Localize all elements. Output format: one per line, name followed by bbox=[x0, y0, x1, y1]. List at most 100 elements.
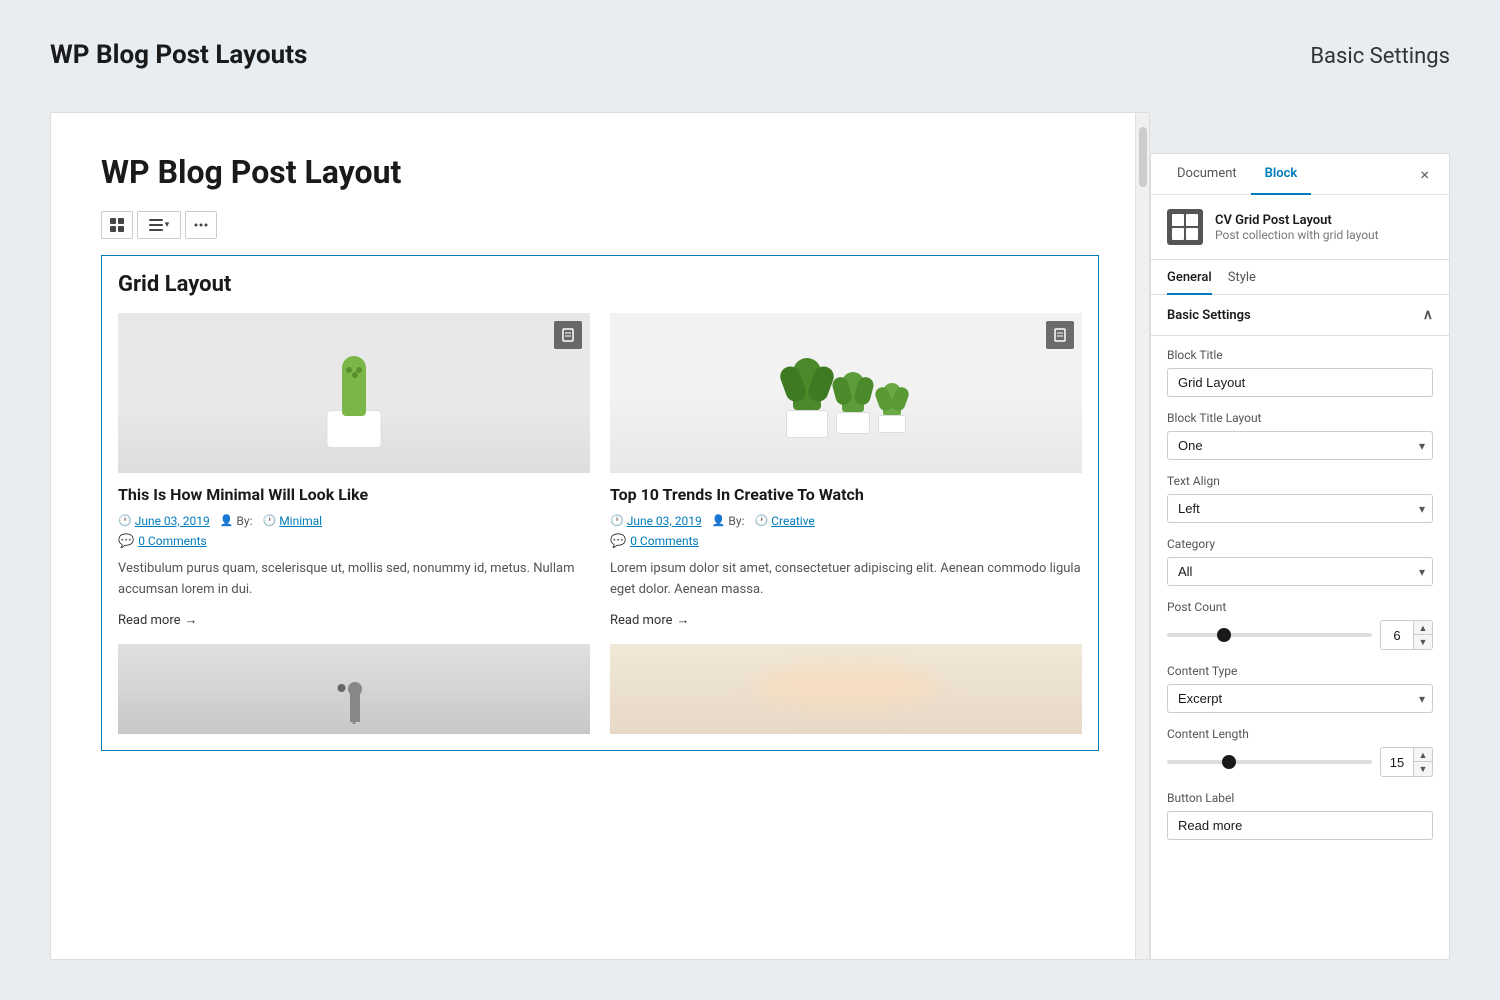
post-1-category[interactable]: Minimal bbox=[279, 514, 322, 528]
scrollbar[interactable] bbox=[1135, 113, 1149, 959]
post-2-category[interactable]: Creative bbox=[771, 514, 815, 528]
block-heading: Grid Layout bbox=[118, 272, 1082, 297]
post-2-date[interactable]: June 03, 2019 bbox=[627, 514, 702, 528]
settings-content: Basic Settings ∧ Block Title Block Title… bbox=[1151, 295, 1449, 959]
post-2-title: Top 10 Trends In Creative To Watch bbox=[610, 485, 1082, 506]
block-icon bbox=[1167, 209, 1203, 245]
post-2-comments-link[interactable]: 0 Comments bbox=[630, 534, 699, 548]
post-2-image bbox=[610, 313, 1082, 473]
subtab-style[interactable]: Style bbox=[1228, 270, 1256, 295]
block-icon-sq-3 bbox=[1172, 228, 1184, 240]
block-title-input[interactable] bbox=[1167, 368, 1433, 397]
content-length-slider-row: ▲ ▼ bbox=[1167, 747, 1433, 777]
content-type-row: Content Type Excerpt Full Content None ▾ bbox=[1167, 664, 1433, 713]
content-length-up-btn[interactable]: ▲ bbox=[1414, 748, 1432, 762]
basic-settings-section-label: Basic Settings bbox=[1167, 308, 1251, 323]
panel-close-btn[interactable]: × bbox=[1412, 157, 1437, 192]
post-count-up-btn[interactable]: ▲ bbox=[1414, 621, 1432, 635]
posts-grid-bottom bbox=[118, 644, 1082, 734]
canvas-page-title: WP Blog Post Layout bbox=[101, 153, 1099, 191]
post-1-excerpt: Vestibulum purus quam, scelerisque ut, m… bbox=[118, 559, 590, 601]
block-title-layout-select-wrap: One Two Three ▾ bbox=[1167, 431, 1433, 460]
content-length-row: Content Length ▲ ▼ bbox=[1167, 727, 1433, 777]
page-title: WP Blog Post Layouts bbox=[50, 40, 307, 70]
post-count-spinners: ▲ ▼ bbox=[1413, 621, 1432, 649]
post-1-image bbox=[118, 313, 590, 473]
panel-tabs: Document Block × bbox=[1151, 154, 1449, 195]
post-2-read-more[interactable]: Read more → bbox=[610, 612, 1082, 628]
content-length-label: Content Length bbox=[1167, 727, 1433, 741]
text-align-row: Text Align Left Center Right ▾ bbox=[1167, 474, 1433, 523]
settings-panel: Document Block × CV Grid Post Layout Pos… bbox=[1150, 153, 1450, 960]
toolbar-more-btn[interactable] bbox=[185, 211, 217, 239]
block-info-row: CV Grid Post Layout Post collection with… bbox=[1151, 195, 1449, 260]
editor-canvas: WP Blog Post Layout bbox=[50, 112, 1150, 960]
post-1-date[interactable]: June 03, 2019 bbox=[135, 514, 210, 528]
block-title-label: Block Title bbox=[1167, 348, 1433, 362]
block-content-area: Grid Layout bbox=[101, 255, 1099, 751]
block-title-row: Block Title bbox=[1167, 348, 1433, 397]
button-label-input[interactable] bbox=[1167, 811, 1433, 840]
post-2-image-icon[interactable] bbox=[1046, 321, 1074, 349]
post-1-read-more[interactable]: Read more → bbox=[118, 612, 590, 628]
text-align-select[interactable]: Left Center Right bbox=[1167, 494, 1433, 523]
post-1-comments-link[interactable]: 0 Comments bbox=[138, 534, 207, 548]
post-count-number[interactable] bbox=[1381, 624, 1413, 647]
post-1-comments: 💬 0 Comments bbox=[118, 534, 590, 549]
button-label-label: Button Label bbox=[1167, 791, 1433, 805]
post-count-row: Post Count ▲ ▼ bbox=[1167, 600, 1433, 650]
post-2-excerpt: Lorem ipsum dolor sit amet, consectetuer… bbox=[610, 559, 1082, 601]
basic-settings-section-header[interactable]: Basic Settings ∧ bbox=[1151, 295, 1449, 336]
content-type-label: Content Type bbox=[1167, 664, 1433, 678]
post-card-2: Top 10 Trends In Creative To Watch 🕐 Jun… bbox=[610, 313, 1082, 628]
post-card-1: This Is How Minimal Will Look Like 🕐 Jun… bbox=[118, 313, 590, 628]
content-length-number[interactable] bbox=[1381, 751, 1413, 774]
post-2-meta: 🕐 June 03, 2019 👤 By: 🕐 Creative bbox=[610, 514, 1082, 528]
posts-grid: This Is How Minimal Will Look Like 🕐 Jun… bbox=[118, 313, 1082, 628]
post-count-label: Post Count bbox=[1167, 600, 1433, 614]
post-2-comments: 💬 0 Comments bbox=[610, 534, 1082, 549]
block-icon-sq-4 bbox=[1186, 228, 1198, 240]
post-count-slider-row: ▲ ▼ bbox=[1167, 620, 1433, 650]
settings-body: Block Title Block Title Layout One Two T… bbox=[1151, 336, 1449, 866]
text-align-label: Text Align bbox=[1167, 474, 1433, 488]
block-toolbar: ▾ bbox=[101, 211, 1099, 239]
subtab-general[interactable]: General bbox=[1167, 270, 1212, 295]
content-length-slider[interactable] bbox=[1167, 760, 1372, 764]
block-info-desc: Post collection with grid layout bbox=[1215, 228, 1379, 242]
content-length-down-btn[interactable]: ▼ bbox=[1414, 762, 1432, 776]
tab-block[interactable]: Block bbox=[1251, 154, 1312, 195]
block-icon-sq-2 bbox=[1186, 214, 1198, 226]
content-type-select[interactable]: Excerpt Full Content None bbox=[1167, 684, 1433, 713]
block-title-layout-select[interactable]: One Two Three bbox=[1167, 431, 1433, 460]
subtabs: General Style bbox=[1151, 260, 1449, 295]
toolbar-list-btn[interactable]: ▾ bbox=[137, 211, 181, 239]
right-panel: Basic Settings Document Block × bbox=[1150, 112, 1450, 960]
block-info-text: CV Grid Post Layout Post collection with… bbox=[1215, 213, 1379, 242]
tab-document[interactable]: Document bbox=[1163, 154, 1251, 195]
post-3-image-partial bbox=[118, 644, 590, 734]
button-label-row: Button Label bbox=[1167, 791, 1433, 840]
chevron-up-icon: ∧ bbox=[1423, 307, 1433, 323]
content-length-spinners: ▲ ▼ bbox=[1413, 748, 1432, 776]
post-4-image-partial bbox=[610, 644, 1082, 734]
post-count-number-wrap: ▲ ▼ bbox=[1380, 620, 1433, 650]
category-select-wrap: All Minimal Creative ▾ bbox=[1167, 557, 1433, 586]
post-count-down-btn[interactable]: ▼ bbox=[1414, 635, 1432, 649]
post-count-slider[interactable] bbox=[1167, 633, 1372, 637]
post-2-author-label: By: bbox=[728, 514, 744, 528]
scroll-thumb bbox=[1139, 127, 1147, 187]
block-info-name: CV Grid Post Layout bbox=[1215, 213, 1379, 228]
post-1-image-icon[interactable] bbox=[554, 321, 582, 349]
block-title-layout-row: Block Title Layout One Two Three ▾ bbox=[1167, 411, 1433, 460]
text-align-select-wrap: Left Center Right ▾ bbox=[1167, 494, 1433, 523]
category-select[interactable]: All Minimal Creative bbox=[1167, 557, 1433, 586]
category-label: Category bbox=[1167, 537, 1433, 551]
post-1-author-label: By: bbox=[236, 514, 252, 528]
basic-settings-title: Basic Settings bbox=[1310, 40, 1450, 69]
content-length-number-wrap: ▲ ▼ bbox=[1380, 747, 1433, 777]
toolbar-grid-btn[interactable] bbox=[101, 211, 133, 239]
content-type-select-wrap: Excerpt Full Content None ▾ bbox=[1167, 684, 1433, 713]
block-icon-sq-1 bbox=[1172, 214, 1184, 226]
post-1-title: This Is How Minimal Will Look Like bbox=[118, 485, 590, 506]
